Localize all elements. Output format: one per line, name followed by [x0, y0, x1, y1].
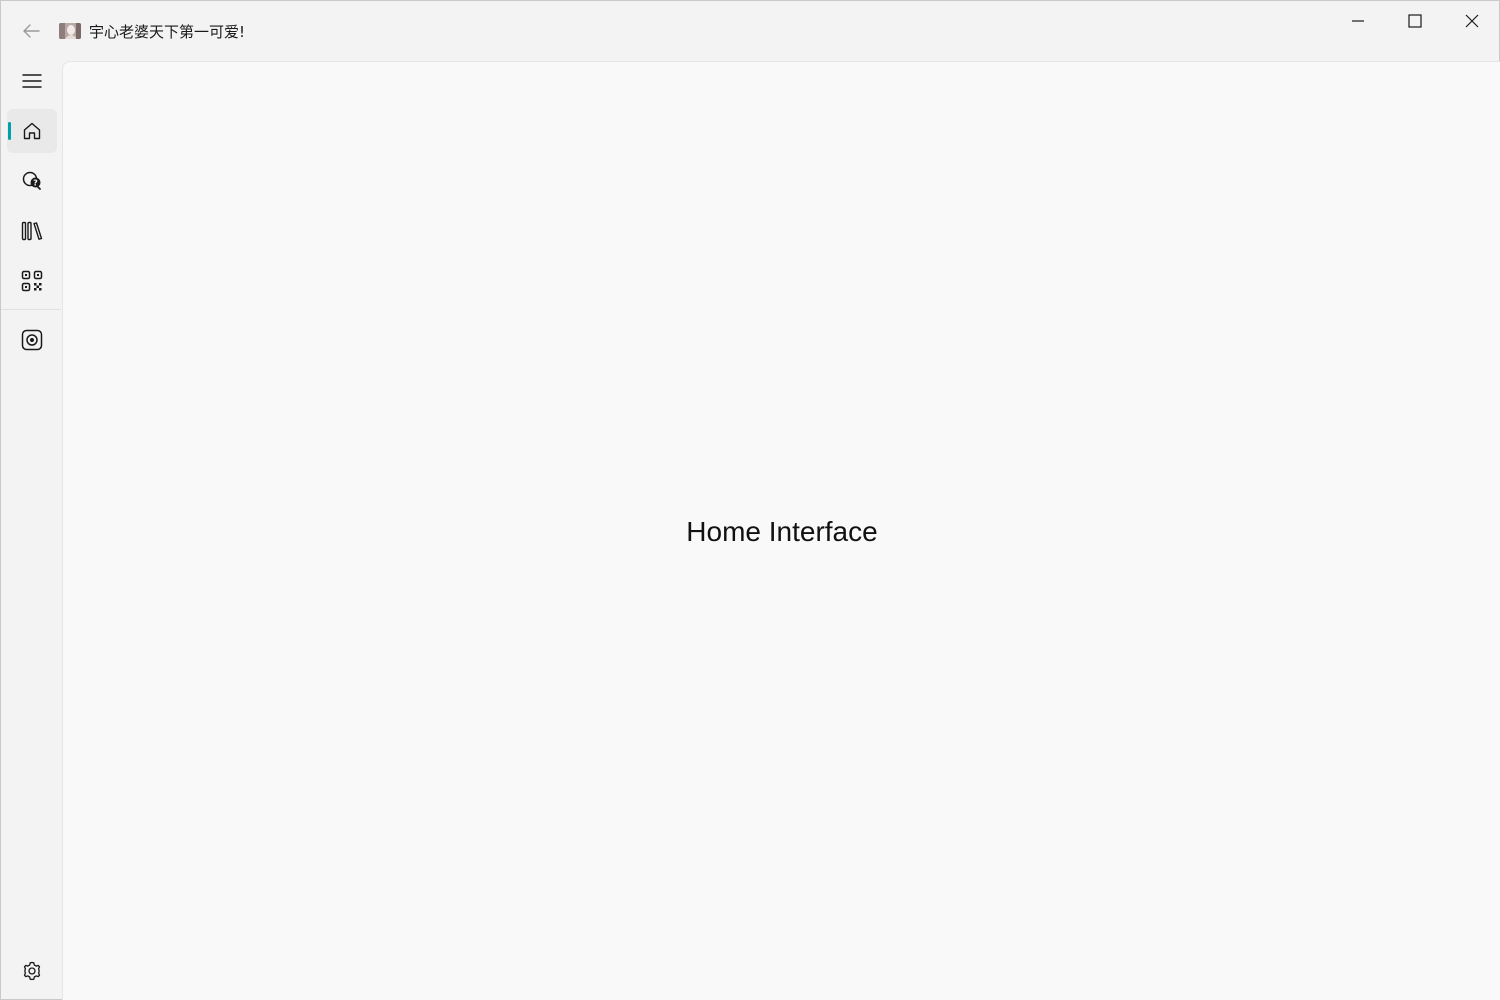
nav-item-search-help[interactable]: ?: [7, 159, 57, 203]
back-button[interactable]: [13, 17, 49, 45]
nav-item-settings[interactable]: [7, 949, 57, 993]
minimize-icon: [1351, 14, 1365, 28]
nav-separator: [1, 309, 61, 310]
home-interface-label: Home Interface: [686, 516, 878, 547]
menu-toggle-button[interactable]: [7, 59, 57, 103]
close-icon: [1465, 14, 1479, 28]
library-icon: [21, 221, 43, 241]
navigation-pane: ?: [1, 61, 61, 999]
qr-code-icon: [21, 270, 43, 292]
nav-item-home[interactable]: [7, 109, 57, 153]
nav-item-camera[interactable]: [7, 318, 57, 362]
minimize-button[interactable]: [1329, 1, 1386, 41]
close-button[interactable]: [1443, 1, 1500, 41]
avatar-image-icon: [59, 23, 81, 39]
svg-text:?: ?: [33, 179, 38, 188]
maximize-button[interactable]: [1386, 1, 1443, 41]
arrow-left-icon: [22, 23, 40, 39]
window-title: 宇心老婆天下第一可爱!: [89, 23, 246, 41]
search-question-icon: ?: [21, 170, 43, 192]
nav-item-library[interactable]: [7, 209, 57, 253]
home-interface-panel: Home Interface: [62, 61, 1500, 1000]
title-bar: 宇心老婆天下第一可爱!: [1, 1, 1499, 61]
hamburger-menu-icon: [22, 73, 42, 89]
gear-icon: [22, 961, 42, 981]
selection-indicator: [8, 122, 11, 140]
app-window: 宇心老婆天下第一可爱! ? Home Interface: [0, 0, 1500, 1000]
home-icon: [22, 121, 42, 141]
camera-icon: [21, 329, 43, 351]
maximize-icon: [1407, 14, 1422, 28]
nav-item-qr[interactable]: [7, 259, 57, 303]
